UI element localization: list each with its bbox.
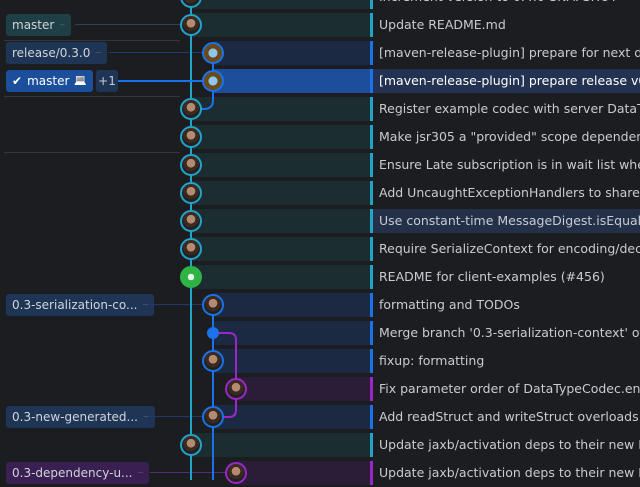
commit-avatar[interactable] (180, 14, 202, 36)
merge-node[interactable] (207, 327, 219, 339)
commit-avatar[interactable] (202, 406, 224, 428)
commit-avatar[interactable] (202, 350, 224, 372)
commit-avatar[interactable] (180, 238, 202, 260)
graph-lines (118, 0, 237, 480)
commit-avatar[interactable] (225, 378, 247, 400)
commit-avatar[interactable] (180, 98, 202, 120)
commit-avatar[interactable] (180, 266, 202, 288)
commit-avatar[interactable] (180, 154, 202, 176)
commit-avatar[interactable] (180, 210, 202, 232)
commit-avatar[interactable] (180, 126, 202, 148)
commit-avatar[interactable] (180, 434, 202, 456)
commit-avatar[interactable] (202, 294, 224, 316)
commit-avatar[interactable] (202, 42, 224, 64)
commit-avatar[interactable] (202, 70, 224, 92)
commit-avatar[interactable] (180, 182, 202, 204)
commit-avatar[interactable] (225, 462, 247, 484)
